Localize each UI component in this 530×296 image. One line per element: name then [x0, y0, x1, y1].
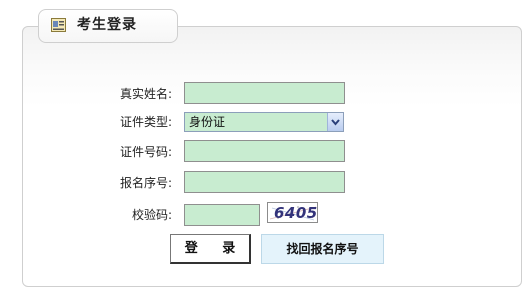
page-title: 考生登录 [77, 17, 137, 33]
reg-number-label: 报名序号: [119, 176, 172, 190]
captcha-input[interactable] [184, 204, 260, 226]
name-label: 真实姓名: [119, 87, 172, 101]
id-type-label: 证件类型: [119, 115, 172, 129]
captcha-code: 6405 [274, 204, 318, 222]
name-input[interactable] [184, 82, 345, 104]
chevron-down-icon[interactable] [327, 113, 343, 131]
id-number-label: 证件号码: [119, 145, 172, 159]
login-button[interactable]: 登 录 [170, 234, 251, 264]
id-type-select[interactable]: 身份证 [184, 112, 344, 132]
reg-number-input[interactable] [184, 171, 345, 193]
id-type-selected: 身份证 [189, 115, 226, 129]
retrieve-reg-number-button[interactable]: 找回报名序号 [261, 234, 384, 264]
captcha-image[interactable]: 6405 [267, 202, 318, 223]
captcha-label: 校验码: [131, 208, 172, 222]
id-card-icon [51, 17, 66, 32]
id-number-input[interactable] [184, 140, 345, 162]
